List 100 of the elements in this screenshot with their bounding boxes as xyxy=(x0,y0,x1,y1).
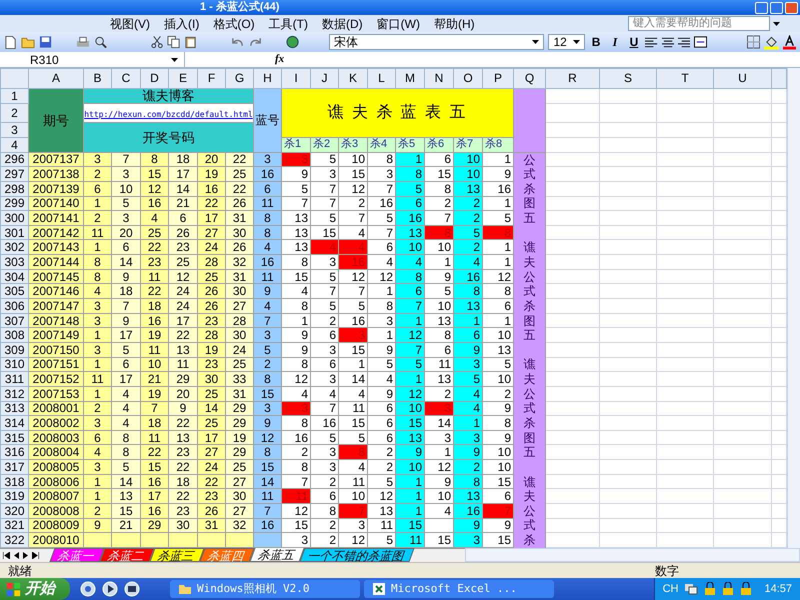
column-header[interactable]: U xyxy=(714,68,772,88)
horizontal-scrollbar[interactable] xyxy=(465,548,800,562)
first-sheet-icon[interactable] xyxy=(3,552,10,558)
row-header[interactable]: 313 xyxy=(0,401,28,416)
row-header[interactable]: 296 xyxy=(0,152,28,167)
column-header[interactable]: K xyxy=(338,68,368,88)
close-button[interactable] xyxy=(785,2,798,14)
row-header[interactable]: 318 xyxy=(0,474,28,489)
row-header[interactable]: 320 xyxy=(0,504,28,518)
column-header[interactable]: E xyxy=(168,68,198,88)
sheet-tab[interactable]: 杀蓝三 xyxy=(149,548,205,562)
column-header[interactable]: I xyxy=(282,68,310,88)
row-header[interactable]: 301 xyxy=(0,225,28,240)
fill-color-icon[interactable] xyxy=(764,34,779,50)
start-button[interactable]: 开始 xyxy=(0,578,70,600)
desktop-icon[interactable] xyxy=(124,581,140,597)
function-label[interactable]: fx xyxy=(275,51,284,68)
row-header[interactable]: 309 xyxy=(0,342,28,358)
row-header[interactable]: 307 xyxy=(0,313,28,328)
padlock-icon[interactable] xyxy=(740,582,752,596)
name-box[interactable]: R310 xyxy=(0,52,185,67)
network-icon[interactable] xyxy=(684,582,698,596)
padlock-icon[interactable] xyxy=(704,582,716,596)
row-header[interactable]: 317 xyxy=(0,460,28,474)
folder-icon[interactable] xyxy=(21,36,36,48)
column-header[interactable]: O xyxy=(454,68,482,88)
column-header[interactable]: N xyxy=(424,68,454,88)
column-header[interactable]: M xyxy=(396,68,424,88)
row-header[interactable]: 300 xyxy=(0,210,28,226)
column-header[interactable]: L xyxy=(368,68,396,88)
row-header[interactable]: 308 xyxy=(0,328,28,342)
row-header[interactable]: 322 xyxy=(0,532,28,548)
align-center-icon[interactable] xyxy=(662,36,674,48)
row-header[interactable]: 316 xyxy=(0,444,28,460)
row-header[interactable]: 321 xyxy=(0,518,28,533)
undo-icon[interactable] xyxy=(231,36,245,48)
font-select[interactable]: 宋体 xyxy=(329,34,544,50)
borders-icon[interactable] xyxy=(746,35,760,49)
column-header[interactable]: D xyxy=(140,68,168,88)
column-header[interactable]: S xyxy=(600,68,656,88)
column-header[interactable]: A xyxy=(28,68,84,88)
row-header[interactable]: 314 xyxy=(0,416,28,430)
redo-icon[interactable] xyxy=(248,36,262,48)
new-document-icon[interactable] xyxy=(4,34,18,50)
row-header[interactable]: 302 xyxy=(0,240,28,255)
menu-item[interactable]: 工具(T) xyxy=(268,14,308,32)
magnifier-icon[interactable] xyxy=(94,35,108,49)
media-player-icon[interactable] xyxy=(102,581,118,597)
menu-item[interactable]: 格式(O) xyxy=(213,14,255,32)
maximize-button[interactable] xyxy=(770,2,783,14)
copy-icon[interactable] xyxy=(167,35,180,49)
font-color-icon[interactable] xyxy=(782,34,796,50)
row-header[interactable]: 303 xyxy=(0,254,28,270)
italic-button[interactable]: I xyxy=(608,33,622,51)
column-header[interactable]: J xyxy=(310,68,338,88)
merge-cells-icon[interactable] xyxy=(694,36,707,48)
help-field[interactable]: 键入需要帮助的问题 xyxy=(628,16,770,31)
row-header[interactable]: 298 xyxy=(0,181,28,196)
column-header[interactable]: R xyxy=(546,68,600,88)
column-header[interactable]: F xyxy=(198,68,226,88)
row-header[interactable]: 306 xyxy=(0,298,28,314)
bold-button[interactable]: B xyxy=(588,33,604,51)
taskbar-button[interactable]: Windows照相机 V2.0 xyxy=(170,580,360,598)
next-sheet-icon[interactable] xyxy=(23,552,28,558)
minimize-button[interactable] xyxy=(755,2,768,14)
taskbar-button[interactable]: Microsoft Excel ... xyxy=(364,580,554,598)
menu-item[interactable]: 帮助(H) xyxy=(434,14,475,32)
menu-item[interactable]: 视图(V) xyxy=(110,14,150,32)
sheet-tab[interactable]: 一个不错的杀蓝图 xyxy=(299,548,415,562)
caret-icon[interactable] xyxy=(171,58,178,62)
row-header[interactable]: 3 xyxy=(0,122,28,138)
align-left-icon[interactable] xyxy=(645,36,658,48)
row-header[interactable]: 2 xyxy=(0,103,28,123)
column-header[interactable]: P xyxy=(482,68,514,88)
column-header[interactable]: G xyxy=(226,68,254,88)
save-icon[interactable] xyxy=(39,35,52,49)
caret-icon[interactable] xyxy=(572,40,580,44)
row-header[interactable]: 1 xyxy=(0,88,28,103)
column-header[interactable]: B xyxy=(84,68,112,88)
padlock-icon[interactable] xyxy=(722,582,734,596)
column-header[interactable]: C xyxy=(112,68,140,88)
row-header[interactable]: 4 xyxy=(0,138,28,152)
row-header[interactable]: 310 xyxy=(0,357,28,372)
row-header[interactable]: 304 xyxy=(0,269,28,284)
previous-sheet-icon[interactable] xyxy=(14,552,19,558)
printer-icon[interactable] xyxy=(76,36,90,48)
vertical-scrollbar[interactable] xyxy=(787,68,800,548)
menu-item[interactable]: 窗口(W) xyxy=(376,14,420,32)
row-header[interactable]: 315 xyxy=(0,430,28,445)
column-header[interactable]: Q xyxy=(514,68,546,88)
caret-icon[interactable] xyxy=(773,22,780,26)
row-header[interactable]: 305 xyxy=(0,284,28,299)
row-header[interactable]: 312 xyxy=(0,386,28,402)
sheet-tab[interactable]: 杀蓝二 xyxy=(99,548,155,562)
browser-icon[interactable] xyxy=(80,581,96,597)
last-sheet-icon[interactable] xyxy=(32,552,39,558)
clipboard-icon[interactable] xyxy=(184,35,198,49)
underline-button[interactable]: U xyxy=(626,33,642,51)
scissors-icon[interactable] xyxy=(151,35,164,49)
row-header[interactable]: 297 xyxy=(0,166,28,182)
